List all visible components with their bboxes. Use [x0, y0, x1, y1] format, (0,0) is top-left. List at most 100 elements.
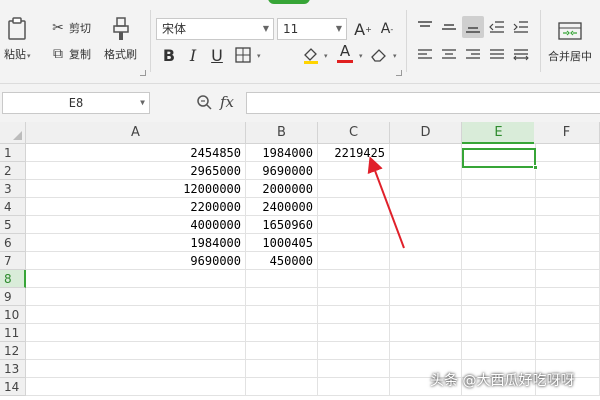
- cell-e11[interactable]: [462, 324, 536, 342]
- format-painter-button[interactable]: 格式刷: [104, 16, 137, 62]
- cell-a5[interactable]: 4000000: [26, 216, 246, 234]
- border-icon[interactable]: [232, 44, 254, 66]
- row-header-9[interactable]: 9: [0, 288, 26, 306]
- row-header-5[interactable]: 5: [0, 216, 26, 234]
- cell-d12[interactable]: [390, 342, 462, 360]
- cell-a10[interactable]: [26, 306, 246, 324]
- cell-d6[interactable]: [390, 234, 462, 252]
- increase-indent-icon[interactable]: [510, 16, 532, 38]
- formula-input[interactable]: [246, 92, 600, 114]
- cell-a11[interactable]: [26, 324, 246, 342]
- row-header-11[interactable]: 11: [0, 324, 26, 342]
- cell-e10[interactable]: [462, 306, 536, 324]
- cell-c13[interactable]: [318, 360, 390, 378]
- chevron-down-icon[interactable]: ▾: [359, 52, 363, 60]
- cell-a8[interactable]: [26, 270, 246, 288]
- cell-d8[interactable]: [390, 270, 462, 288]
- cell-c4[interactable]: [318, 198, 390, 216]
- fill-color-icon[interactable]: [300, 44, 322, 66]
- row-header-13[interactable]: 13: [0, 360, 26, 378]
- cell-a1[interactable]: 2454850: [26, 144, 246, 162]
- column-header-a[interactable]: A: [26, 122, 246, 144]
- cell-f7[interactable]: [534, 252, 600, 270]
- cell-a7[interactable]: 9690000: [26, 252, 246, 270]
- align-top-icon[interactable]: [414, 16, 436, 38]
- cell-f5[interactable]: [534, 216, 600, 234]
- merge-center-button[interactable]: 合并居中: [548, 18, 592, 64]
- decrease-indent-icon[interactable]: [486, 16, 508, 38]
- row-header-6[interactable]: 6: [0, 234, 26, 252]
- column-header-d[interactable]: D: [390, 122, 462, 144]
- name-box[interactable]: E8 ▼: [2, 92, 150, 114]
- column-header-e[interactable]: E: [462, 122, 536, 144]
- increase-font-icon[interactable]: A +: [352, 18, 374, 40]
- cell-d10[interactable]: [390, 306, 462, 324]
- cell-a2[interactable]: 2965000: [26, 162, 246, 180]
- cell-c2[interactable]: [318, 162, 390, 180]
- cell-f8[interactable]: [534, 270, 600, 288]
- row-header-3[interactable]: 3: [0, 180, 26, 198]
- cell-c12[interactable]: [318, 342, 390, 360]
- chevron-down-icon[interactable]: ▾: [393, 52, 397, 60]
- cell-c8[interactable]: [318, 270, 390, 288]
- cell-b3[interactable]: 2000000: [246, 180, 318, 198]
- decrease-font-icon[interactable]: A-: [376, 18, 398, 40]
- cell-c7[interactable]: [318, 252, 390, 270]
- cell-a12[interactable]: [26, 342, 246, 360]
- cell-c3[interactable]: [318, 180, 390, 198]
- font-color-icon[interactable]: A: [334, 42, 356, 64]
- chevron-down-icon[interactable]: ▾: [257, 52, 261, 60]
- copy-button[interactable]: ⧉ 复制: [50, 46, 91, 62]
- cell-c9[interactable]: [318, 288, 390, 306]
- cell-c14[interactable]: [318, 378, 390, 396]
- underline-icon[interactable]: U: [206, 44, 228, 66]
- cell-d9[interactable]: [390, 288, 462, 306]
- cell-f4[interactable]: [534, 198, 600, 216]
- row-header-12[interactable]: 12: [0, 342, 26, 360]
- cell-d5[interactable]: [390, 216, 462, 234]
- cell-f12[interactable]: [534, 342, 600, 360]
- cell-c1[interactable]: 2219425: [318, 144, 390, 162]
- cell-b4[interactable]: 2400000: [246, 198, 318, 216]
- active-cell-selection[interactable]: [462, 148, 538, 170]
- align-bottom-icon[interactable]: [462, 16, 484, 38]
- align-left-icon[interactable]: [414, 44, 436, 66]
- font-group-launcher[interactable]: [396, 70, 402, 76]
- bold-icon[interactable]: B: [158, 44, 180, 66]
- cell-b11[interactable]: [246, 324, 318, 342]
- cell-d7[interactable]: [390, 252, 462, 270]
- column-header-c[interactable]: C: [318, 122, 390, 144]
- cell-d1[interactable]: [390, 144, 462, 162]
- cell-a6[interactable]: 1984000: [26, 234, 246, 252]
- active-tab-indicator[interactable]: [268, 0, 310, 4]
- cell-e4[interactable]: [462, 198, 536, 216]
- row-header-14[interactable]: 14: [0, 378, 26, 396]
- align-center-icon[interactable]: [438, 44, 460, 66]
- cell-b6[interactable]: 1000405: [246, 234, 318, 252]
- cell-e6[interactable]: [462, 234, 536, 252]
- cell-c6[interactable]: [318, 234, 390, 252]
- cell-b14[interactable]: [246, 378, 318, 396]
- zoom-search-icon[interactable]: [196, 94, 212, 114]
- cell-c5[interactable]: [318, 216, 390, 234]
- cell-b7[interactable]: 450000: [246, 252, 318, 270]
- italic-icon[interactable]: I: [182, 44, 204, 66]
- cell-a4[interactable]: 2200000: [26, 198, 246, 216]
- font-size-select[interactable]: 11 ▼: [277, 18, 347, 40]
- cell-f1[interactable]: [534, 144, 600, 162]
- cell-b2[interactable]: 9690000: [246, 162, 318, 180]
- font-name-select[interactable]: 宋体 ▼: [156, 18, 274, 40]
- row-header-7[interactable]: 7: [0, 252, 26, 270]
- select-all-corner[interactable]: [0, 122, 26, 144]
- cell-d2[interactable]: [390, 162, 462, 180]
- chevron-down-icon[interactable]: ▾: [324, 52, 328, 60]
- align-right-icon[interactable]: [462, 44, 484, 66]
- cell-b13[interactable]: [246, 360, 318, 378]
- cell-b8[interactable]: [246, 270, 318, 288]
- cell-f6[interactable]: [534, 234, 600, 252]
- cell-b10[interactable]: [246, 306, 318, 324]
- cell-e12[interactable]: [462, 342, 536, 360]
- cell-e3[interactable]: [462, 180, 536, 198]
- clipboard-group-launcher[interactable]: [140, 70, 146, 76]
- cell-d3[interactable]: [390, 180, 462, 198]
